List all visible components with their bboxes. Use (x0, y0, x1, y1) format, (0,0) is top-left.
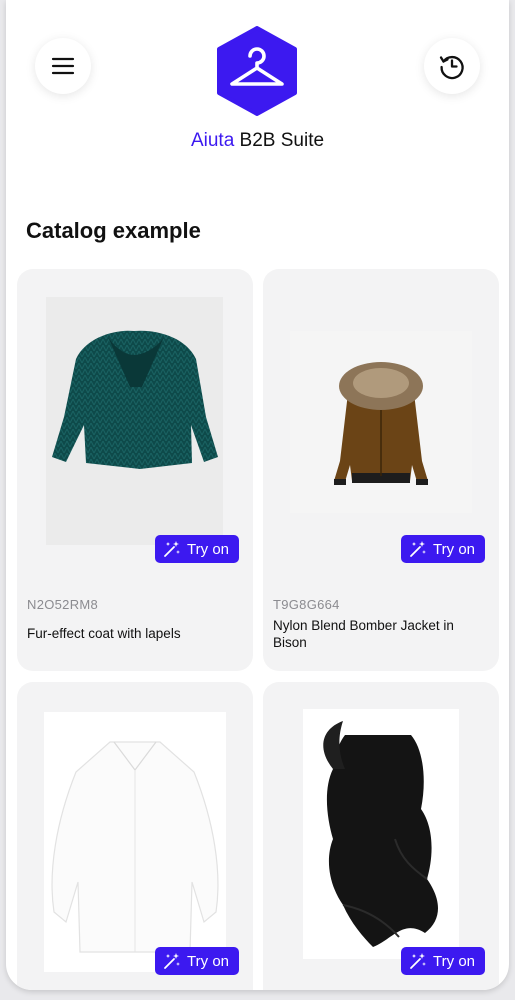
bomber-jacket-image (334, 362, 428, 485)
brand-name-accent: Aiuta (190, 130, 235, 151)
fur-coat-image (52, 330, 218, 469)
product-image (303, 709, 459, 959)
try-on-button[interactable]: Try on (155, 535, 239, 563)
product-sku: T9G8G664 (273, 597, 340, 612)
product-card[interactable]: Try on (263, 682, 499, 990)
product-image (44, 712, 226, 972)
history-clock-icon (439, 55, 464, 80)
magic-sparkles-icon (410, 541, 427, 557)
magic-sparkles-icon (410, 953, 427, 969)
try-on-button[interactable]: Try on (401, 535, 485, 563)
try-on-button[interactable]: Try on (155, 947, 239, 975)
product-name: Nylon Blend Bomber Jacket in Bison (273, 618, 454, 650)
catalog-title: Catalog example (26, 218, 201, 243)
brand-name-rest: B2B Suite (234, 130, 325, 151)
try-on-button[interactable]: Try on (401, 947, 485, 975)
magic-sparkles-icon (164, 541, 181, 557)
product-card[interactable]: Try on T9G8G664 Nylon Blend Bomber Jacke… (263, 269, 499, 671)
menu-button[interactable] (35, 38, 91, 94)
hamburger-menu-icon (51, 57, 75, 75)
product-card[interactable]: Try on N2O52RM8 Fur-effect coat with lap… (17, 269, 253, 671)
history-button[interactable] (424, 38, 480, 94)
product-sku: N2O52RM8 (27, 597, 99, 612)
product-name: Fur-effect coat with lapels (27, 626, 181, 641)
try-on-label: Try on (433, 540, 475, 558)
product-card[interactable]: Try on (17, 682, 253, 990)
brand-title: Aiuta B2B Suite (6, 130, 509, 152)
try-on-label: Try on (187, 540, 229, 558)
hanger-logo-icon (217, 26, 297, 116)
try-on-label: Try on (187, 952, 229, 970)
try-on-label: Try on (433, 952, 475, 970)
black-top-image (323, 721, 438, 947)
magic-sparkles-icon (164, 953, 181, 969)
product-image (46, 297, 223, 545)
white-shirt-image (51, 741, 219, 953)
app-screen: Aiuta B2B Suite Catalog example Try on N… (6, 0, 509, 990)
product-image (290, 331, 472, 513)
